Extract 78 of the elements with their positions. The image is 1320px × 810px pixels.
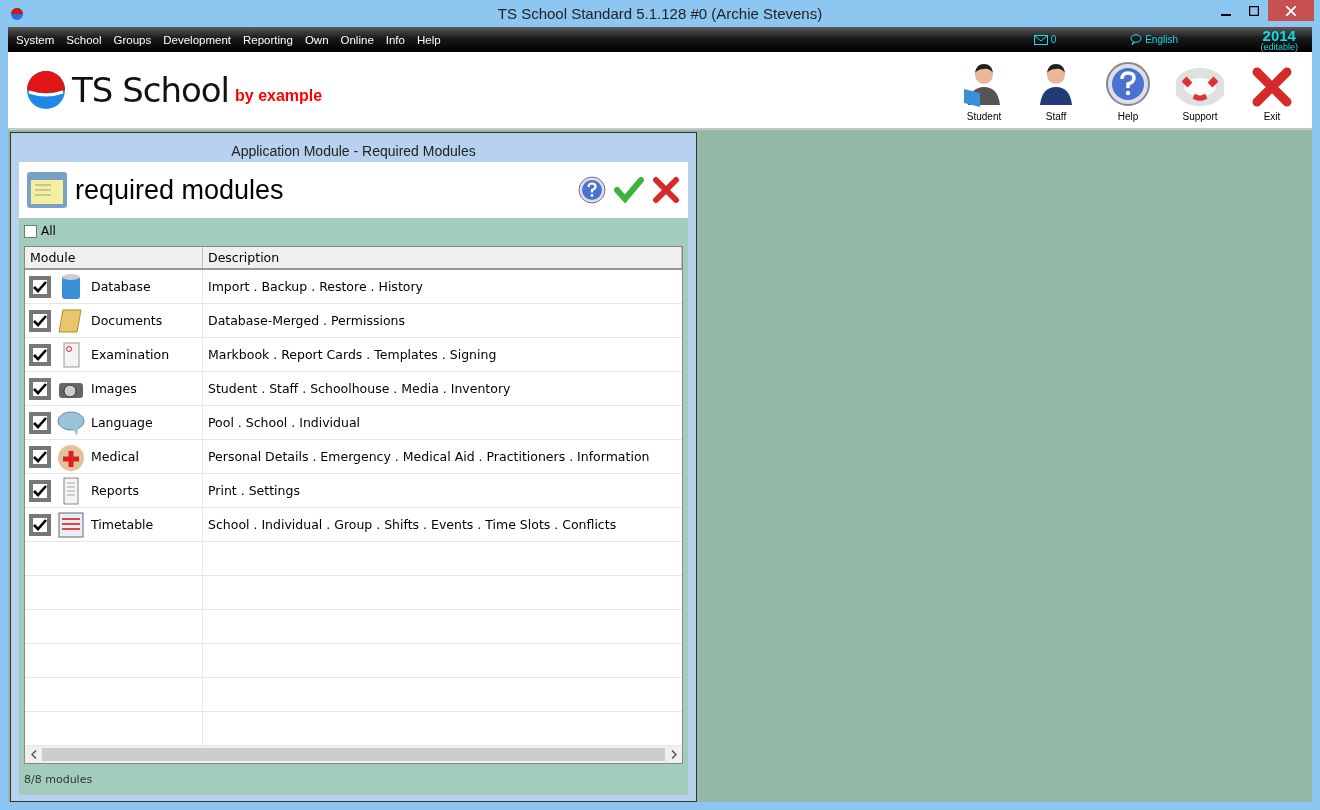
module-name: Medical [91,449,139,464]
caret-right-icon [670,750,677,759]
menu-item[interactable]: Info [381,33,413,46]
module-description: Pool . School . Individual [207,415,362,430]
close-icon [1286,5,1296,16]
module-name: Language [91,415,153,430]
logo-sphere-icon [26,70,66,110]
menu-item[interactable]: Development [159,33,239,46]
menu-item[interactable]: System [12,33,63,46]
close-button[interactable] [1268,0,1314,21]
check-icon [33,518,47,531]
module-name: Examination [91,347,170,362]
check-icon [33,382,47,395]
year-label: 2014 [1262,27,1296,43]
calendar-icon [57,509,85,540]
toolbar-button[interactable]: Help [1092,52,1164,128]
check-icon [33,314,47,327]
module-name: Database [91,279,151,294]
speech-bubble-icon [1130,34,1143,46]
check-icon [33,450,47,463]
dialog-heading: required modules [75,174,284,206]
column-header[interactable]: Description [203,247,682,268]
toolbar-button[interactable]: Exit [1236,52,1308,128]
checkbox[interactable] [29,309,51,332]
menu-item[interactable]: School [62,33,110,46]
module-description: Print . Settings [207,483,301,498]
module-description: Markbook . Report Cards . Templates . Signing [207,347,498,362]
checkbox[interactable] [29,377,51,400]
checkbox-label: All [41,224,56,238]
envelope-icon [1033,34,1048,45]
checkbox[interactable] [29,275,51,298]
minimize-icon [1221,13,1231,16]
status-text: 8/8 modules [24,772,94,788]
module-description: School . Individual . Group . Shifts . Events . Time Slots . Conflicts [207,517,618,532]
brand-name: TS School [72,70,230,110]
toolbar-button[interactable]: Support [1164,52,1236,128]
module-name: Reports [91,483,139,498]
cancel-button[interactable] [652,176,680,204]
app-logo-icon [10,6,24,21]
language-indicator[interactable]: English [1130,34,1178,46]
menu-item[interactable]: Own [300,33,337,46]
checkbox[interactable] [29,513,51,536]
module-description: Student . Staff . Schoolhouse . Media . Inventory [207,381,512,396]
life-ring-icon [1176,67,1224,107]
maximize-icon [1249,5,1259,16]
toolbar-button[interactable]: Staff [1020,52,1092,128]
checkbox[interactable] [29,343,51,366]
checkbox[interactable] [29,411,51,434]
window-title: TS School Standard 5.1.128 #0 (Archie Stevens) [496,5,824,23]
dialog-title: Application Module - Required Modules [230,142,477,161]
year-note: (editable) [1260,42,1298,52]
scrollbar-thumb[interactable] [42,748,665,761]
help-button[interactable] [578,176,606,204]
module-name: Images [91,381,137,396]
brand-tagline: by example [235,87,323,105]
confirm-button[interactable] [614,177,644,203]
column-header[interactable]: Module [25,247,203,268]
module-description: Personal Details . Emergency . Medical Aid . Practitioners . Information [207,449,651,464]
toolbar-button[interactable]: Student [948,52,1020,128]
module-name: Documents [91,313,163,328]
menu-item[interactable]: Help [412,33,449,46]
messages-indicator[interactable]: 0 [1033,34,1057,46]
module-name: Timetable [91,517,154,532]
check-icon [33,416,47,429]
checkbox[interactable] [29,479,51,502]
check-icon [33,484,47,497]
check-icon [33,280,47,293]
menu-item[interactable]: Reporting [239,33,301,46]
checkbox[interactable] [24,224,37,238]
caret-left-icon [30,750,37,759]
help-icon [1105,61,1151,107]
menu-item[interactable]: Online [336,33,382,46]
module-description: Import . Backup . Restore . History [207,279,424,294]
check-icon [33,348,47,361]
checkbox[interactable] [29,445,51,468]
menu-item[interactable]: Groups [109,33,160,46]
close-icon [1252,67,1292,107]
module-description: Database-Merged . Permissions [207,313,406,328]
